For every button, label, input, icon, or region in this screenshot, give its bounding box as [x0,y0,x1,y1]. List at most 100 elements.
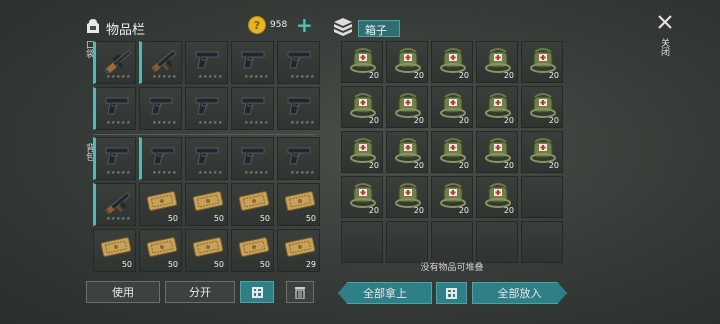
quality-stars: ★★★★★ [198,120,223,126]
inventory-slot[interactable]: 20 [521,131,563,173]
inventory-slot[interactable]: ★★★★★ [139,137,182,180]
inventory-slot[interactable]: ★★★★★ [93,137,136,180]
stack-count: 20 [413,71,424,80]
inventory-slot[interactable]: 50 [231,229,274,272]
inventory-slot[interactable]: 20 [341,41,383,83]
stack-count: 20 [458,206,469,215]
quality-stars: ★★★★★ [106,120,131,126]
use-button[interactable]: 使用 [86,281,160,303]
inventory-slot[interactable]: ★★★★★ [93,87,136,130]
inventory-slot[interactable]: 20 [431,131,473,173]
coin-icon: ? [248,16,266,34]
inventory-slot[interactable]: ★★★★★ [185,137,228,180]
stack-count: 50 [167,260,178,269]
inventory-slot[interactable]: ★★★★★ [231,137,274,180]
grid-icon [446,287,457,299]
box-title-tab: 箱子 [358,20,400,37]
inventory-slot[interactable]: ★★★★★ [93,41,136,84]
trash-icon [295,286,305,299]
inventory-slot[interactable]: 20 [476,131,518,173]
stack-count: 50 [213,260,224,269]
pocket-grid: ★★★★★ ★★★★★ ★★★★★ ★★★★★ ★★★★★ ★★★★★ ★★★★★ ★★★★★… [93,41,320,130]
inventory-slot[interactable]: 20 [341,131,383,173]
stack-count: 20 [503,116,514,125]
quality-stars: ★★★★★ [106,170,131,176]
inventory-slot[interactable]: 20 [386,176,428,218]
inventory-slot[interactable]: 20 [431,86,473,128]
inventory-slot[interactable]: 20 [476,41,518,83]
stack-count: 29 [305,260,316,269]
stack-count: 20 [548,116,559,125]
box-grid: 20 20 20 20 20 20 20 20 20 20 20 20 20 20 20 20 20 20 20 [341,41,563,263]
quality-stars: ★★★★★ [152,120,177,126]
stack-count: 20 [458,71,469,80]
quality-stars: ★★★★★ [106,74,131,80]
inventory-slot[interactable]: ★★★★★ [139,41,182,84]
inventory-slot[interactable]: 50 [139,229,182,272]
inventory-slot[interactable]: 20 [386,131,428,173]
section-divider [93,134,315,135]
stack-count: 50 [213,214,224,223]
stack-count: 20 [503,161,514,170]
inventory-slot[interactable]: 20 [386,41,428,83]
inventory-slot[interactable]: ★★★★★ [277,87,320,130]
discard-button[interactable] [286,281,314,303]
inventory-slot[interactable]: ★★★★★ [231,87,274,130]
inventory-slot[interactable]: 20 [386,86,428,128]
inventory-slot[interactable]: ★★★★★ [139,87,182,130]
quality-stars: ★★★★★ [244,120,269,126]
quality-stars: ★★★★★ [290,120,315,126]
inventory-slot[interactable]: 50 [185,229,228,272]
split-button[interactable]: 分开 [165,281,235,303]
inventory-slot[interactable]: 20 [476,176,518,218]
coin-count: 958 [270,20,288,30]
empty-slot[interactable] [521,221,563,263]
add-coins-button[interactable]: + [296,13,313,37]
sort-box-button[interactable] [436,282,467,304]
backpack-grid: ★★★★★ ★★★★★ ★★★★★ ★★★★★ ★★★★★ ★★★★★ 50 50 50 50 50… [93,137,320,272]
empty-slot[interactable] [386,221,428,263]
grid-icon [251,286,263,298]
close-button[interactable]: 关闭 [654,12,676,66]
take-all-button[interactable]: 全部拿上 [338,282,432,304]
inventory-slot[interactable]: ★★★★★ [277,41,320,84]
quality-stars: ★★★★★ [198,170,223,176]
inventory-slot[interactable]: 50 [139,183,182,226]
inventory-title: 物品栏 [106,23,146,38]
stack-count: 20 [413,206,424,215]
inventory-slot[interactable]: 50 [231,183,274,226]
stack-count: 20 [368,206,379,215]
inventory-slot[interactable]: ★★★★★ [93,183,136,226]
stack-count: 50 [167,214,178,223]
inventory-slot[interactable]: 29 [277,229,320,272]
stack-count: 20 [368,71,379,80]
inventory-slot[interactable]: 20 [431,176,473,218]
inventory-slot[interactable]: 20 [341,176,383,218]
inventory-slot[interactable]: 20 [521,86,563,128]
stack-count: 20 [548,71,559,80]
empty-slot[interactable] [476,221,518,263]
sort-inventory-button[interactable] [240,281,274,303]
inventory-slot[interactable]: 20 [341,86,383,128]
inventory-slot[interactable]: 50 [185,183,228,226]
empty-slot[interactable] [521,176,563,218]
stack-count: 20 [458,116,469,125]
inventory-slot[interactable]: 50 [93,229,136,272]
inventory-slot[interactable]: 20 [431,41,473,83]
inventory-slot[interactable]: ★★★★★ [231,41,274,84]
stack-count: 20 [368,116,379,125]
put-all-button[interactable]: 全部放入 [472,282,567,304]
inventory-slot[interactable]: ★★★★★ [185,87,228,130]
quality-stars: ★★★★★ [152,74,177,80]
inventory-slot[interactable]: ★★★★★ [277,137,320,180]
quality-stars: ★★★★★ [244,170,269,176]
box-empty-message: 没有物品可堆叠 [420,263,484,273]
inventory-slot[interactable]: 20 [476,86,518,128]
inventory-slot[interactable]: 20 [521,41,563,83]
stack-count: 50 [259,260,270,269]
inventory-slot[interactable]: 50 [277,183,320,226]
quality-stars: ★★★★★ [152,170,177,176]
empty-slot[interactable] [341,221,383,263]
empty-slot[interactable] [431,221,473,263]
inventory-slot[interactable]: ★★★★★ [185,41,228,84]
